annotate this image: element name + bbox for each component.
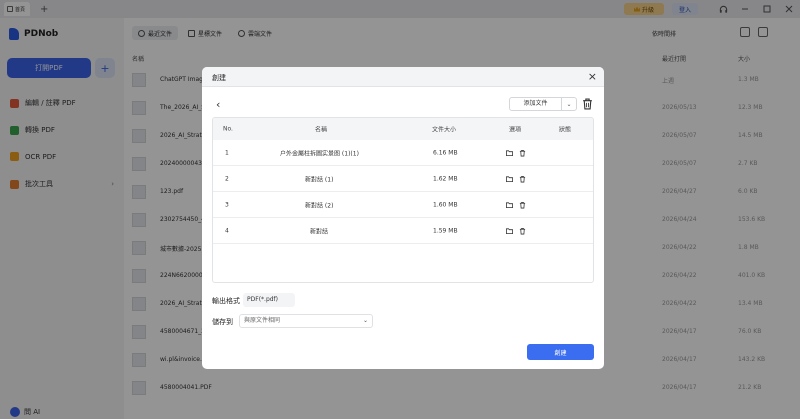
create-dialog: 創建 × ‹ 添加文件 ⌄ No. 名稱 文件大小 選項 狀態 1 户外金屬柱拆… <box>202 67 604 369</box>
col-options: 選項 <box>509 126 522 134</box>
row-name: 新對話 (1) <box>305 176 334 183</box>
delete-icon[interactable] <box>519 227 526 234</box>
col-size: 文件大小 <box>432 126 457 134</box>
folder-icon[interactable] <box>506 149 513 156</box>
save-to-dropdown[interactable]: 與原文件相同 ⌄ <box>239 314 373 328</box>
save-to-label: 儲存到 <box>212 318 233 326</box>
chevron-down-icon[interactable]: ⌄ <box>562 101 576 108</box>
row-no: 3 <box>225 201 229 208</box>
save-to-value: 與原文件相同 <box>244 317 281 324</box>
add-file-label: 添加文件 <box>510 98 562 110</box>
row-name: 新對話 <box>310 228 329 235</box>
row-size: 1.59 MB <box>433 227 458 234</box>
dialog-header: 創建 × <box>202 67 604 87</box>
table-row: 4 新對話 1.59 MB <box>213 218 593 244</box>
delete-icon[interactable] <box>519 201 526 208</box>
output-format-label: 輸出格式 <box>212 297 240 305</box>
delete-icon[interactable] <box>519 175 526 182</box>
delete-icon[interactable] <box>519 149 526 156</box>
col-no: No. <box>223 125 233 133</box>
dialog-title: 創建 <box>212 74 226 82</box>
folder-icon[interactable] <box>506 201 513 208</box>
table-row: 1 户外金屬柱拆圖实景图 (1)(1) 6.16 MB <box>213 140 593 166</box>
folder-icon[interactable] <box>506 227 513 234</box>
row-name: 新對話 (2) <box>305 202 334 209</box>
trash-icon[interactable] <box>582 98 593 110</box>
col-name: 名稱 <box>315 126 328 134</box>
output-format-field[interactable]: PDF(*.pdf) <box>243 293 295 307</box>
create-button[interactable]: 創建 <box>527 344 594 360</box>
file-list-header: No. 名稱 文件大小 選項 狀態 <box>213 118 593 140</box>
folder-icon[interactable] <box>506 175 513 182</box>
row-size: 6.16 MB <box>433 149 458 156</box>
table-row: 3 新對話 (2) 1.60 MB <box>213 192 593 218</box>
chevron-down-icon: ⌄ <box>362 317 368 324</box>
close-icon[interactable]: × <box>588 70 597 83</box>
row-no: 1 <box>225 149 229 156</box>
row-name: 户外金屬柱拆圖实景图 (1)(1) <box>280 150 359 157</box>
add-file-button[interactable]: 添加文件 ⌄ <box>509 97 577 111</box>
file-list-table: No. 名稱 文件大小 選項 狀態 1 户外金屬柱拆圖实景图 (1)(1) 6.… <box>212 117 594 283</box>
row-no: 2 <box>225 175 229 182</box>
col-status: 狀態 <box>559 126 572 134</box>
row-size: 1.60 MB <box>433 201 458 208</box>
table-row: 2 新對話 (1) 1.62 MB <box>213 166 593 192</box>
row-no: 4 <box>225 227 229 234</box>
back-icon[interactable]: ‹ <box>216 98 220 111</box>
row-size: 1.62 MB <box>433 175 458 182</box>
